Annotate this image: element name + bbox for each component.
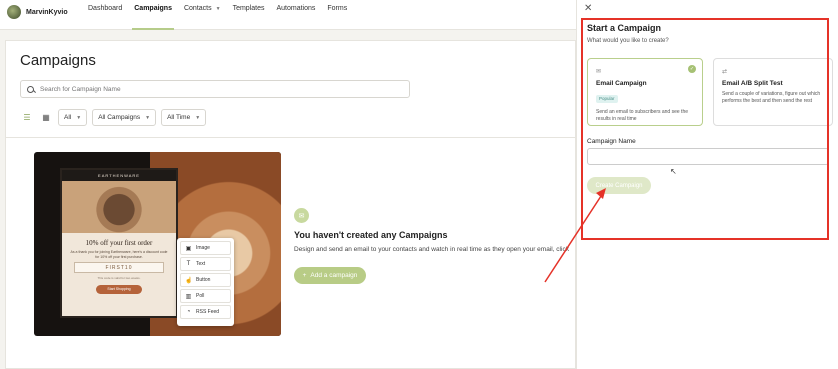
- email-preview-illustration: EARTHENWARE 10% off your first order As …: [34, 152, 281, 336]
- block-image: ▣ Image: [180, 241, 231, 255]
- nav-dashboard[interactable]: Dashboard: [82, 0, 128, 30]
- block-rss: ◔ RSS Feed: [180, 305, 231, 319]
- block-button: ☝ Button: [180, 273, 231, 287]
- email-cta: Start Shopping: [96, 285, 142, 294]
- email-mockup: EARTHENWARE 10% off your first order As …: [60, 168, 178, 318]
- brand-name: MarvinKyvio: [26, 8, 68, 16]
- search-input[interactable]: [40, 85, 380, 93]
- chevron-down-icon: ▼: [145, 114, 151, 121]
- email-photo: [62, 181, 176, 233]
- chevron-down-icon: ▼: [215, 6, 221, 12]
- type-filter[interactable]: All Campaigns ▼: [92, 109, 157, 126]
- brand[interactable]: MarvinKyvio: [7, 5, 68, 19]
- chevron-down-icon: ▼: [195, 114, 201, 121]
- email-note: This code is valid for two weeks.: [97, 276, 141, 280]
- close-icon[interactable]: ✕: [584, 3, 592, 14]
- block-button-label: Button: [196, 277, 211, 283]
- image-icon: ▣: [185, 245, 192, 252]
- nav-campaigns[interactable]: Campaigns: [128, 0, 178, 30]
- add-campaign-button[interactable]: + Add a campaign: [294, 267, 366, 284]
- email-body: As a thank you for joining Earthenware, …: [70, 250, 168, 259]
- search-box[interactable]: [20, 80, 410, 98]
- block-poll: ▥ Poll: [180, 289, 231, 303]
- campaigns-page: Campaigns ☰ ▦ All ▼ All Campaigns ▼ All Ti…: [5, 40, 576, 369]
- block-text: T Text: [180, 257, 231, 271]
- nav-contacts-label: Contacts: [183, 5, 212, 12]
- add-campaign-label: Add a campaign: [310, 272, 358, 279]
- search-icon: [27, 85, 34, 93]
- status-filter-label: All: [64, 114, 72, 121]
- filter-bar: ☰ ▦ All ▼ All Campaigns ▼ All Time ▼: [20, 109, 207, 126]
- highlight-box: [581, 18, 829, 240]
- email-brand-header: EARTHENWARE: [62, 170, 176, 181]
- text-icon: T: [186, 261, 191, 267]
- empty-state-title: You haven't created any Campaigns: [294, 230, 448, 240]
- time-filter-label: All Time: [167, 114, 191, 121]
- nav-contacts[interactable]: Contacts ▼: [178, 0, 227, 30]
- empty-state-card: EARTHENWARE 10% off your first order As …: [6, 137, 575, 357]
- block-poll-label: Poll: [196, 293, 205, 299]
- plus-icon: +: [302, 272, 307, 279]
- calendar-view-icon[interactable]: ▦: [39, 111, 53, 125]
- rss-icon: ◔: [186, 309, 191, 315]
- block-image-label: Image: [196, 245, 210, 251]
- pointer-icon: ☝: [185, 277, 193, 284]
- nav-automations[interactable]: Automations: [270, 0, 321, 30]
- email-headline: 10% off your first order: [85, 239, 153, 247]
- time-filter[interactable]: All Time ▼: [161, 109, 207, 126]
- content-blocks-panel: ▣ Image T Text ☝ Button ▥ Poll ◔ RSS Feed: [177, 238, 234, 326]
- nav-forms[interactable]: Forms: [321, 0, 353, 30]
- chevron-down-icon: ▼: [76, 114, 82, 121]
- page-title: Campaigns: [20, 52, 96, 69]
- block-text-label: Text: [196, 261, 206, 267]
- list-view-icon[interactable]: ☰: [20, 111, 34, 125]
- poll-icon: ▥: [185, 293, 192, 300]
- top-navigation-bar: MarvinKyvio Dashboard Campaigns Contacts…: [0, 0, 576, 30]
- mail-icon: ✉: [294, 208, 309, 223]
- type-filter-label: All Campaigns: [98, 114, 141, 121]
- status-filter[interactable]: All ▼: [58, 109, 88, 126]
- mouse-cursor-icon: ↖: [670, 167, 677, 176]
- main-nav: Dashboard Campaigns Contacts ▼ Templates …: [82, 0, 353, 30]
- brand-avatar: [7, 5, 21, 19]
- block-rss-label: RSS Feed: [196, 309, 220, 315]
- email-discount-code: FIRST10: [74, 262, 164, 273]
- nav-templates[interactable]: Templates: [227, 0, 271, 30]
- empty-state-description: Design and send an email to your contact…: [294, 246, 569, 253]
